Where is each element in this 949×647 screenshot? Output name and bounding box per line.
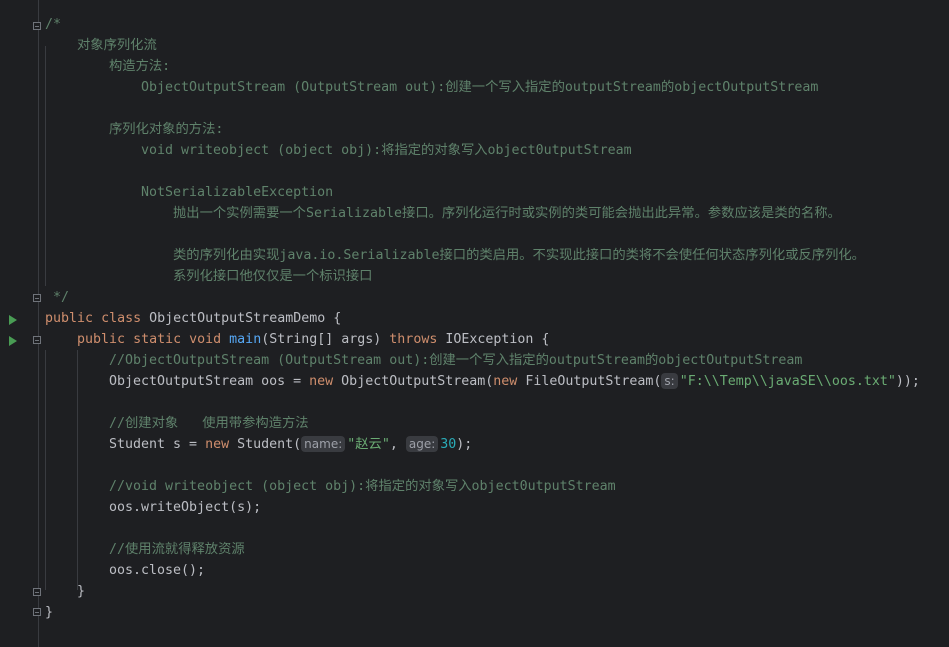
code-line-write[interactable]: oos.writeObject(s);: [109, 497, 261, 518]
string-literal: "F:\\Temp\\javaSE\\oos.txt": [679, 374, 896, 389]
exception-type: IOException {: [437, 332, 550, 347]
closing-brace: }: [45, 605, 54, 620]
keyword: public: [45, 311, 94, 326]
keyword: new: [205, 437, 230, 452]
keyword: new: [309, 374, 334, 389]
closing-brace: }: [77, 584, 86, 599]
string-literal: "赵云": [347, 437, 390, 452]
run-class-icon[interactable]: [9, 315, 17, 325]
fold-icon[interactable]: [33, 294, 41, 302]
class-name: ObjectOutputStreamDemo {: [149, 311, 342, 326]
method-name: main: [229, 332, 262, 347]
code-comment[interactable]: //创建对象 使用带参构造方法: [109, 413, 309, 434]
doc-comment-line: 类的序列化由实现java.io.Serializable接口的类启用。不实现此接…: [173, 248, 865, 263]
doc-comment-line: NotSerializableException: [141, 185, 334, 200]
fold-icon[interactable]: [33, 588, 41, 596]
doc-comment-line: 系列化接口他仅仅是一个标识接口: [173, 269, 373, 284]
code-text: ObjectOutputStream oos =: [109, 374, 310, 389]
code-line-oos[interactable]: ObjectOutputStream oos = new ObjectOutpu…: [109, 371, 920, 392]
code-line-close[interactable]: oos.close();: [109, 560, 205, 581]
code-text: ));: [895, 374, 920, 389]
code-text: ,: [389, 437, 406, 452]
doc-comment-line: ObjectOutputStream (OutputStream out):创建…: [141, 80, 819, 95]
keyword: throws: [389, 332, 438, 347]
code-comment[interactable]: //使用流就得释放资源: [109, 539, 245, 560]
indent-guide: [45, 350, 46, 590]
keyword: void: [189, 332, 222, 347]
doc-comment-line: 对象序列化流: [77, 38, 157, 53]
keyword: static: [133, 332, 182, 347]
main-method-line[interactable]: public static void main(String[] args) t…: [77, 329, 549, 350]
parameter-hint: age:: [405, 436, 439, 452]
indent-guide: [77, 350, 78, 590]
code-line-student[interactable]: Student s = new Student(name: "赵云", age: 3…: [109, 434, 472, 455]
fold-icon[interactable]: [33, 608, 41, 616]
parameter-hint: name:: [301, 436, 346, 452]
code-text: Student(: [229, 437, 302, 452]
keyword: new: [493, 374, 518, 389]
indent-guide: [45, 46, 46, 286]
doc-comment-open: /*: [45, 17, 62, 32]
keyword: class: [101, 311, 142, 326]
fold-icon[interactable]: [33, 22, 41, 30]
doc-comment-line: 序列化对象的方法:: [109, 122, 224, 137]
code-text: Student s =: [109, 437, 206, 452]
fold-icon[interactable]: [33, 336, 41, 344]
run-main-icon[interactable]: [9, 336, 17, 346]
doc-comment-line: void writeobject (object obj):将指定的对象写入ob…: [141, 143, 632, 158]
method-params: (String[] args): [261, 332, 390, 347]
doc-comment-close: */: [45, 290, 70, 305]
code-comment[interactable]: //ObjectOutputStream (OutputStream out):…: [109, 350, 802, 371]
parameter-hint: s:: [661, 373, 678, 389]
code-text: ObjectOutputStream(: [333, 374, 494, 389]
code-text: );: [456, 437, 473, 452]
class-declaration-line[interactable]: public class ObjectOutputStreamDemo {: [45, 308, 341, 329]
editor-gutter: [0, 0, 39, 647]
number-literal: 30: [440, 437, 457, 452]
code-comment[interactable]: //void writeobject (object obj):将指定的对象写入…: [109, 476, 616, 497]
doc-comment-line: 构造方法:: [109, 59, 171, 74]
keyword: public: [77, 332, 126, 347]
doc-comment-line: 抛出一个实例需要一个Serializable接口。序列化运行时或实例的类可能会抛…: [173, 206, 841, 221]
code-text: FileOutputStream(: [517, 374, 662, 389]
